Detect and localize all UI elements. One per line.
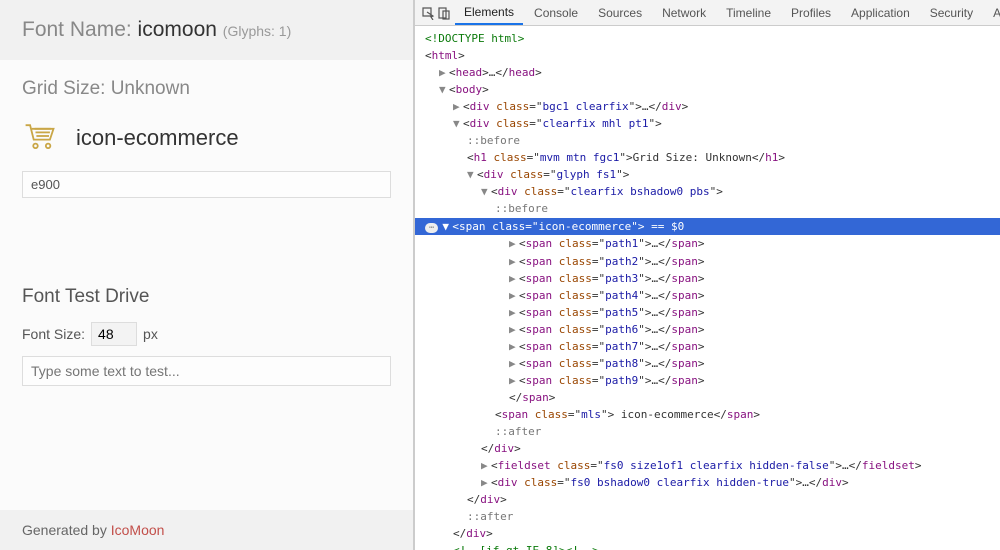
- tab-network[interactable]: Network: [653, 2, 715, 24]
- elements-tree[interactable]: <!DOCTYPE html> <html> ▶<head>…</head> ▼…: [415, 26, 1000, 550]
- tree-row[interactable]: ::before: [425, 200, 1000, 217]
- inspect-icon[interactable]: [421, 2, 435, 24]
- tree-row[interactable]: ▶<span class="path7">…</span>: [425, 338, 1000, 355]
- glyph-code-input[interactable]: [22, 171, 391, 198]
- tree-row[interactable]: </div>: [425, 525, 1000, 542]
- tree-row[interactable]: ▶<span class="path6">…</span>: [425, 321, 1000, 338]
- tree-row[interactable]: ▶<span class="path1">…</span>: [425, 235, 1000, 252]
- tree-row[interactable]: ▶<span class="path9">…</span>: [425, 372, 1000, 389]
- tab-console[interactable]: Console: [525, 2, 587, 24]
- font-size-row: Font Size: px: [22, 322, 391, 346]
- icon-name-label: icon-ecommerce: [76, 125, 239, 151]
- icon-row: icon-ecommerce: [22, 118, 391, 157]
- test-text-input[interactable]: [22, 356, 391, 386]
- tree-row[interactable]: ▶<head>…</head>: [425, 64, 1000, 81]
- tab-audits[interactable]: Audits: [984, 2, 1000, 24]
- tree-row[interactable]: ▶<span class="path4">…</span>: [425, 287, 1000, 304]
- main-section: Grid Size: Unknown icon-ecommerce Font T…: [0, 60, 413, 404]
- font-name-value: icomoon: [138, 18, 217, 41]
- font-name-label: Font Name:: [22, 18, 138, 41]
- tree-row[interactable]: ▶<span class="path8">…</span>: [425, 355, 1000, 372]
- tree-row[interactable]: ▼<body>: [425, 81, 1000, 98]
- tree-row[interactable]: ▶<div class="bgc1 clearfix">…</div>: [425, 98, 1000, 115]
- glyphs-count: (Glyphs: 1): [223, 23, 291, 39]
- devtools-panel: Elements Console Sources Network Timelin…: [415, 0, 1000, 550]
- tree-row[interactable]: ::after: [425, 508, 1000, 525]
- tree-row[interactable]: </div>: [425, 440, 1000, 457]
- tree-row[interactable]: <h1 class="mvm mtn fgc1">Grid Size: Unkn…: [425, 149, 1000, 166]
- tree-row[interactable]: </div>: [425, 491, 1000, 508]
- tree-row-selected[interactable]: ⋯▼<span class="icon-ecommerce"> == $0: [415, 218, 1000, 236]
- tab-profiles[interactable]: Profiles: [782, 2, 840, 24]
- grid-size-label: Grid Size: Unknown: [22, 78, 391, 100]
- tree-row[interactable]: ▼<div class="clearfix bshadow0 pbs">: [425, 183, 1000, 200]
- tree-row[interactable]: </span>: [425, 389, 1000, 406]
- tree-row[interactable]: ▶<fieldset class="fs0 size1of1 clearfix …: [425, 457, 1000, 474]
- tree-row[interactable]: ::after: [425, 423, 1000, 440]
- icomoon-demo-panel: Font Name: icomoon (Glyphs: 1) Grid Size…: [0, 0, 415, 550]
- tree-row[interactable]: ▼<div class="glyph fs1">: [425, 166, 1000, 183]
- tab-timeline[interactable]: Timeline: [717, 2, 780, 24]
- tab-application[interactable]: Application: [842, 2, 919, 24]
- devtools-toolbar: Elements Console Sources Network Timelin…: [415, 0, 1000, 26]
- tab-security[interactable]: Security: [921, 2, 982, 24]
- tree-row[interactable]: ::before: [425, 132, 1000, 149]
- icomoon-link[interactable]: IcoMoon: [111, 522, 165, 538]
- cart-icon: [22, 118, 58, 157]
- tree-row[interactable]: ▼<div class="clearfix mhl pt1">: [425, 115, 1000, 132]
- tree-row[interactable]: <!DOCTYPE html>: [425, 30, 1000, 47]
- footer: Generated by IcoMoon: [0, 510, 413, 550]
- tree-row[interactable]: <html>: [425, 47, 1000, 64]
- font-size-input[interactable]: [91, 322, 137, 346]
- font-name-line: Font Name: icomoon (Glyphs: 1): [22, 18, 391, 42]
- tree-row[interactable]: ▶<div class="fs0 bshadow0 clearfix hidde…: [425, 474, 1000, 491]
- tab-sources[interactable]: Sources: [589, 2, 651, 24]
- font-size-unit: px: [143, 326, 158, 342]
- tree-row[interactable]: ▶<span class="path2">…</span>: [425, 253, 1000, 270]
- header-section: Font Name: icomoon (Glyphs: 1): [0, 0, 413, 60]
- tree-row[interactable]: <span class="mls"> icon-ecommerce</span>: [425, 406, 1000, 423]
- tree-row[interactable]: ▶<span class="path3">…</span>: [425, 270, 1000, 287]
- font-size-label: Font Size:: [22, 326, 85, 342]
- device-toggle-icon[interactable]: [437, 2, 451, 24]
- tab-elements[interactable]: Elements: [455, 1, 523, 25]
- tree-row[interactable]: <!--[if gt IE 8]><!-->: [425, 542, 1000, 550]
- generated-by-label: Generated by: [22, 522, 111, 538]
- test-drive-title: Font Test Drive: [22, 286, 391, 308]
- tree-row[interactable]: ▶<span class="path5">…</span>: [425, 304, 1000, 321]
